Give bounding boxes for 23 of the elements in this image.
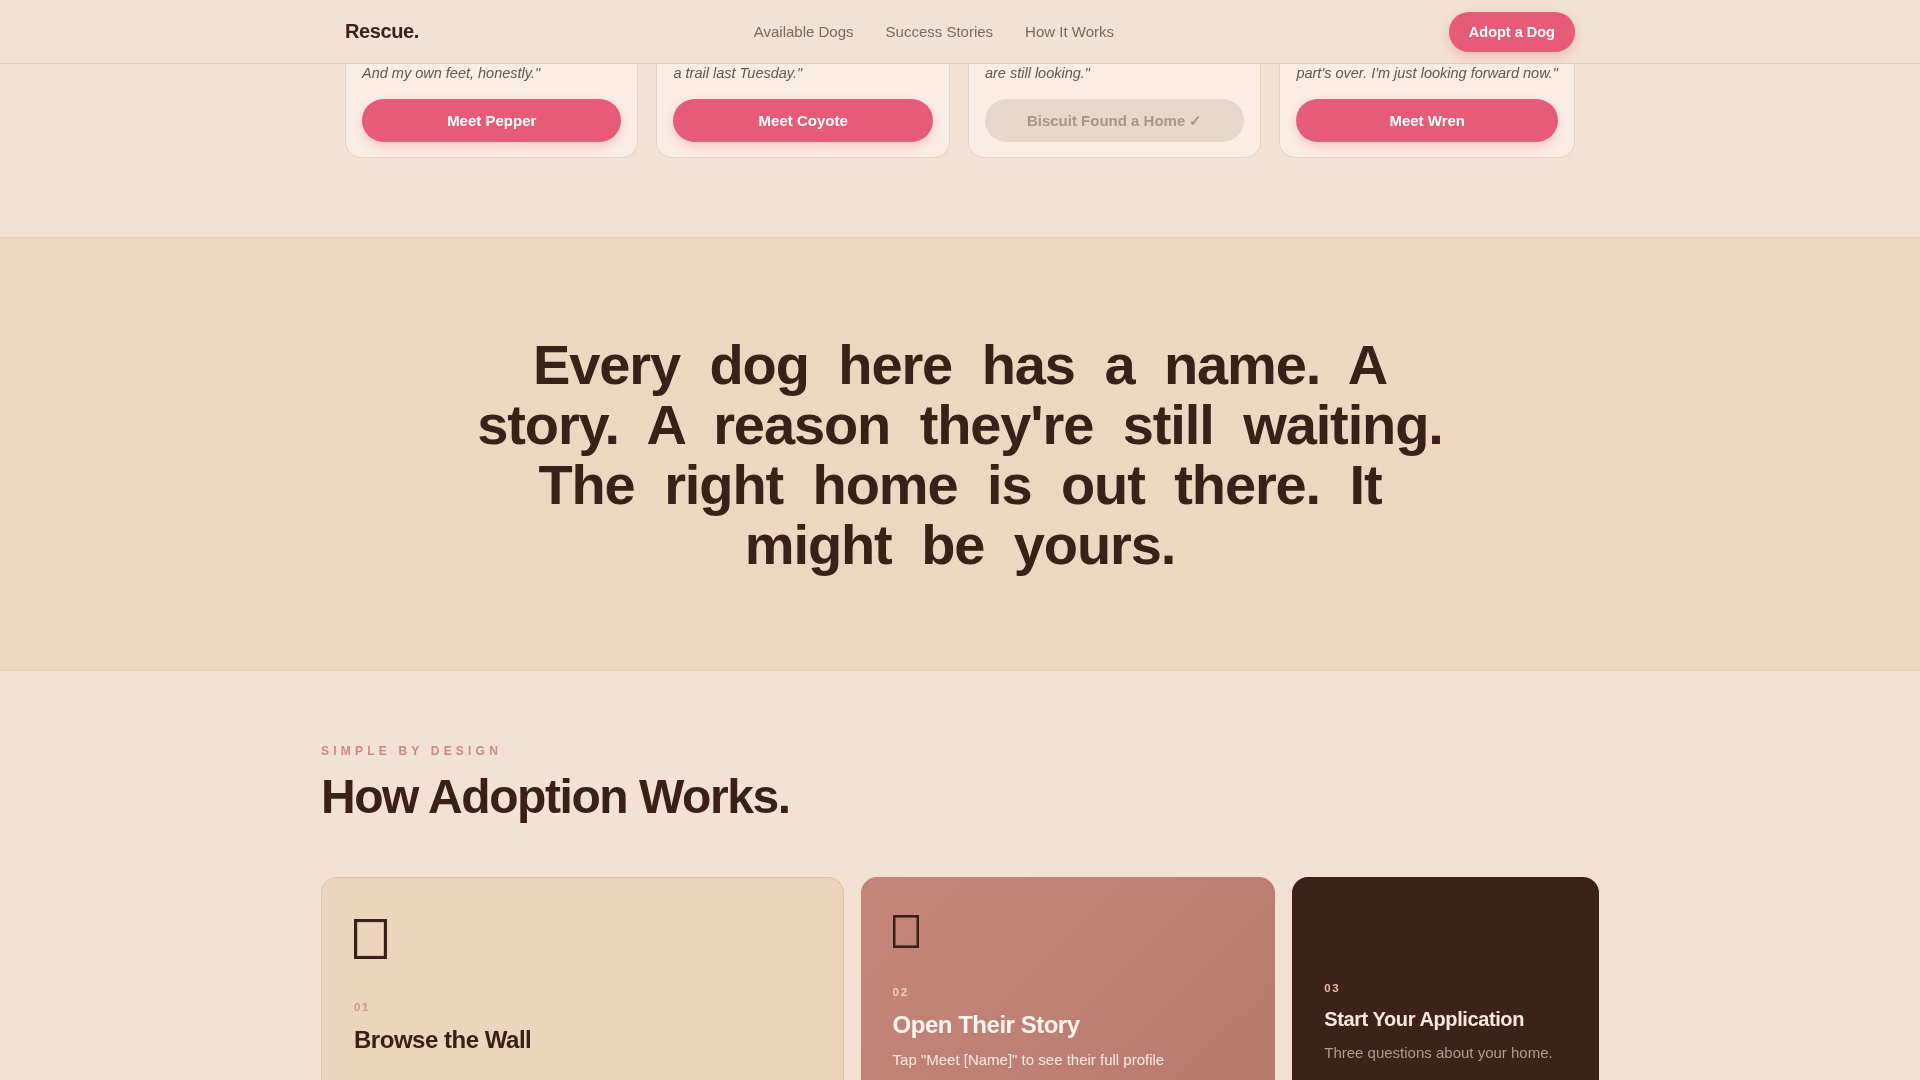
nav-link[interactable]: Available Dogs	[753, 23, 854, 40]
adopt-button[interactable]: Adopt a Dog	[1448, 11, 1575, 52]
dog-quote: And my own feet, honestly."	[362, 64, 542, 82]
manifesto-text: Every dog here has a name. A story. A reason they're still waiting. The right home is out there. It might be yours.	[476, 335, 1444, 575]
meet-button[interactable]: Meet Wren	[1296, 99, 1558, 142]
section-eyebrow: SIMPLE BY DESIGN	[321, 743, 502, 759]
nav-link[interactable]: Success Stories	[885, 23, 994, 40]
step-title: Open Their Story	[892, 1010, 1080, 1039]
dog-quote: part's over. I'm just looking forward now."	[1296, 64, 1558, 82]
nav-link[interactable]: How It Works	[1025, 23, 1114, 40]
step-description: Tap "Meet [Name]" to see their full profile	[892, 1050, 1165, 1070]
step-description: Three questions about your home.	[1324, 1043, 1553, 1063]
dog-quote: a trail last Tuesday."	[673, 64, 804, 82]
section-heading: How Adoption Works.	[321, 769, 791, 825]
step-number: 02	[892, 985, 909, 1000]
step-title: Browse the Wall	[354, 1025, 532, 1054]
dog-quote: are still looking."	[984, 64, 1092, 82]
step-title: Start Your Application	[1324, 1007, 1524, 1032]
meet-button[interactable]: Meet Coyote	[673, 99, 933, 142]
step-number: 03	[1324, 981, 1341, 996]
step-number: 01	[354, 1000, 371, 1015]
meet-button[interactable]: Meet Pepper	[362, 99, 622, 142]
site-logo[interactable]: Rescue.	[345, 20, 419, 43]
